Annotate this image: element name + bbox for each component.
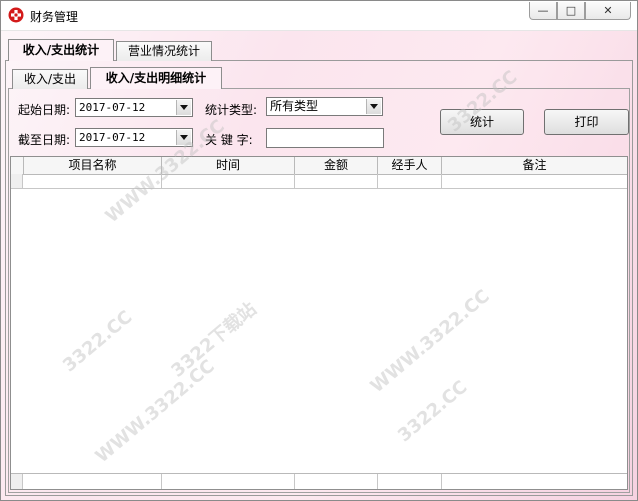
- table-row[interactable]: [11, 174, 627, 189]
- footer-cell: [162, 474, 295, 489]
- column-header[interactable]: 备注: [442, 157, 627, 174]
- keyword-label: 关 键 字:: [205, 133, 253, 147]
- row-header-corner: [11, 157, 24, 174]
- footer-cell: [378, 474, 442, 489]
- table-cell[interactable]: [24, 174, 162, 188]
- detail-table[interactable]: 项目名称 时间 金额 经手人 备注: [10, 156, 628, 490]
- table-header: 项目名称 时间 金额 经手人 备注: [11, 157, 627, 175]
- close-icon: ✕: [603, 4, 613, 17]
- column-header[interactable]: 项目名称: [24, 157, 162, 174]
- table-footer: [11, 473, 627, 489]
- footer-indicator: [11, 474, 23, 489]
- tab-income-expense[interactable]: 收入/支出: [12, 69, 88, 89]
- close-button[interactable]: ✕: [585, 2, 631, 20]
- keyword-input[interactable]: [266, 128, 384, 148]
- print-button[interactable]: 打印: [544, 109, 629, 135]
- tab-income-expense-stats[interactable]: 收入/支出统计: [8, 39, 114, 61]
- start-date-picker[interactable]: 2017-07-12: [75, 98, 193, 117]
- table-cell[interactable]: [295, 174, 378, 188]
- type-label: 统计类型:: [205, 103, 258, 117]
- row-indicator[interactable]: [11, 174, 23, 188]
- finance-window: 财务管理 — □ ✕ 收入/支出统计 营业情况统计 收入/支出 收入/支出明细统…: [0, 0, 638, 501]
- end-date-value: 2017-07-12: [79, 131, 146, 144]
- title-bar[interactable]: 财务管理 — □ ✕: [1, 1, 637, 31]
- column-header[interactable]: 金额: [295, 157, 378, 174]
- maximize-button[interactable]: □: [557, 2, 585, 20]
- type-value: 所有类型: [270, 99, 319, 113]
- chevron-down-icon[interactable]: [176, 130, 191, 145]
- end-date-picker[interactable]: 2017-07-12: [75, 128, 193, 147]
- end-date-label: 截至日期:: [18, 133, 71, 147]
- stat-button[interactable]: 统计: [440, 109, 524, 135]
- tab-detail-stats[interactable]: 收入/支出明细统计: [90, 67, 222, 89]
- footer-cell: [442, 474, 627, 489]
- minimize-icon: —: [537, 4, 549, 17]
- table-cell[interactable]: [442, 174, 627, 188]
- minimize-button[interactable]: —: [529, 2, 557, 20]
- chevron-down-icon[interactable]: [176, 100, 191, 115]
- tab-business-stats[interactable]: 营业情况统计: [116, 41, 212, 61]
- footer-cell: [295, 474, 378, 489]
- chevron-down-icon[interactable]: [366, 99, 381, 114]
- app-logo-icon: [8, 7, 24, 23]
- footer-cell: [24, 474, 162, 489]
- column-header[interactable]: 经手人: [378, 157, 442, 174]
- window-title: 财务管理: [30, 10, 79, 24]
- start-date-label: 起始日期:: [18, 103, 71, 117]
- maximize-icon: □: [565, 4, 577, 17]
- table-cell[interactable]: [378, 174, 442, 188]
- type-select[interactable]: 所有类型: [266, 97, 383, 116]
- column-header[interactable]: 时间: [162, 157, 295, 174]
- table-cell[interactable]: [162, 174, 295, 188]
- start-date-value: 2017-07-12: [79, 101, 146, 114]
